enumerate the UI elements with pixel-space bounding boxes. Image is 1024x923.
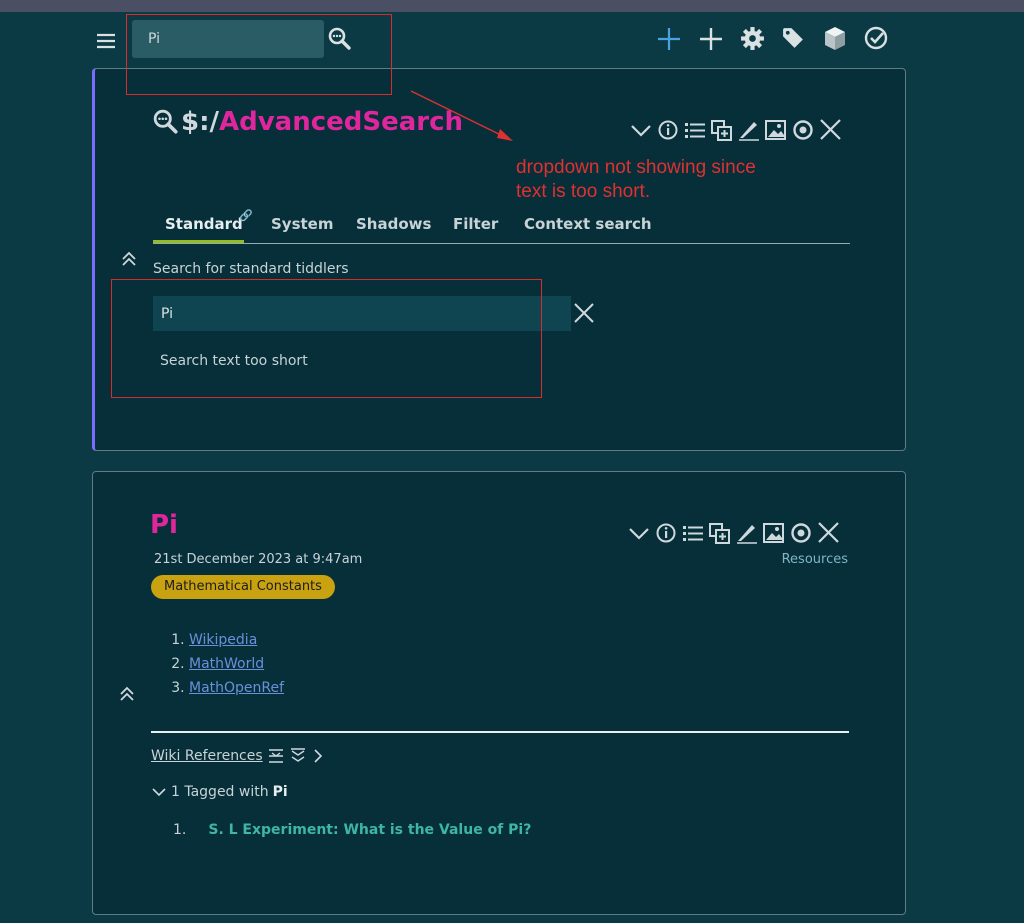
info-icon[interactable] [656, 119, 680, 141]
image-icon[interactable] [762, 522, 786, 544]
tagged-with-row[interactable]: 1 Tagged with Pi [151, 784, 288, 800]
advanced-search-icon [153, 109, 179, 135]
tagged-with-name: Pi [272, 784, 288, 800]
tab-shadows[interactable]: Shadows [356, 215, 431, 233]
clone-icon[interactable] [710, 119, 734, 141]
close-icon[interactable] [818, 119, 842, 141]
resources-link[interactable]: Resources [782, 552, 848, 567]
fold-icon[interactable] [119, 686, 135, 702]
tab-standard[interactable]: Standard [165, 215, 243, 233]
annotation-line-1: dropdown not showing since [516, 157, 756, 178]
list-item: 1. S. L Experiment: What is the Value of … [173, 822, 531, 838]
annotation-text: dropdown not showing since text is too s… [516, 156, 806, 204]
tab-filter[interactable]: Filter [453, 215, 498, 233]
gear-icon[interactable] [740, 26, 765, 51]
clear-search-icon[interactable] [573, 302, 595, 324]
collapse-all-icon[interactable] [289, 748, 307, 764]
title-prefix: $:/ [181, 107, 219, 137]
link-icon: 🔗 [239, 209, 253, 222]
clone-icon[interactable] [708, 522, 732, 544]
tagged-with-label: 1 Tagged with [171, 784, 269, 800]
cube-icon[interactable] [823, 26, 847, 51]
chevron-down-icon[interactable] [627, 522, 651, 544]
checkmark-icon[interactable] [864, 26, 888, 50]
target-icon[interactable] [789, 522, 813, 544]
list-icon[interactable] [681, 522, 705, 544]
list-item: Wikipedia [189, 628, 284, 652]
info-icon[interactable] [654, 522, 678, 544]
wiki-references-row: Wiki References [151, 748, 325, 764]
link-wikipedia[interactable]: Wikipedia [189, 632, 257, 648]
tab-context-search[interactable]: Context search [524, 215, 652, 233]
top-strip [0, 0, 1024, 12]
pi-tiddler: Pi 21st December 2023 at 9:47am Resource… [92, 471, 906, 915]
fold-icon[interactable] [121, 251, 137, 267]
list-item: MathOpenRef [189, 676, 284, 700]
link-mathworld[interactable]: MathWorld [189, 656, 264, 672]
list-number: 1. [173, 822, 187, 838]
tag-icon[interactable] [781, 26, 806, 51]
tiddler-toolbar [629, 119, 842, 141]
new-journal-icon[interactable] [656, 26, 682, 52]
link-mathopenref[interactable]: MathOpenRef [189, 680, 284, 696]
chevron-down-icon[interactable] [629, 119, 653, 141]
annotation-box-top-search [126, 14, 392, 95]
tagged-tiddler-link[interactable]: S. L Experiment: What is the Value of Pi… [208, 822, 531, 838]
tab-system[interactable]: System [271, 215, 333, 233]
image-icon[interactable] [764, 119, 788, 141]
annotation-box-advanced-search [111, 279, 542, 398]
divider [151, 731, 849, 733]
edit-icon[interactable] [737, 119, 761, 141]
links-list: Wikipedia MathWorld MathOpenRef [151, 628, 284, 700]
chevron-right-icon[interactable] [311, 748, 325, 764]
menu-icon[interactable] [96, 31, 116, 51]
expand-all-icon[interactable] [267, 748, 285, 764]
modified-date: 21st December 2023 at 9:47am [154, 552, 363, 567]
wiki-references-link[interactable]: Wiki References [151, 748, 263, 764]
tiddler-title: Pi [150, 510, 178, 540]
chevron-down-icon[interactable] [151, 785, 167, 799]
close-icon[interactable] [816, 522, 840, 544]
tiddler-toolbar [627, 522, 840, 544]
annotation-line-2: text is too short. [516, 181, 651, 202]
list-icon[interactable] [683, 119, 707, 141]
edit-icon[interactable] [735, 522, 759, 544]
list-item: MathWorld [189, 652, 284, 676]
new-tiddler-icon[interactable] [698, 26, 724, 52]
active-tab-indicator [153, 240, 244, 243]
search-description: Search for standard tiddlers [153, 261, 349, 277]
advanced-search-tabs: Standard 🔗 System Shadows Filter Context… [153, 205, 850, 244]
tag-pill[interactable]: Mathematical Constants [151, 575, 335, 599]
annotation-arrow [410, 90, 513, 141]
target-icon[interactable] [791, 119, 815, 141]
